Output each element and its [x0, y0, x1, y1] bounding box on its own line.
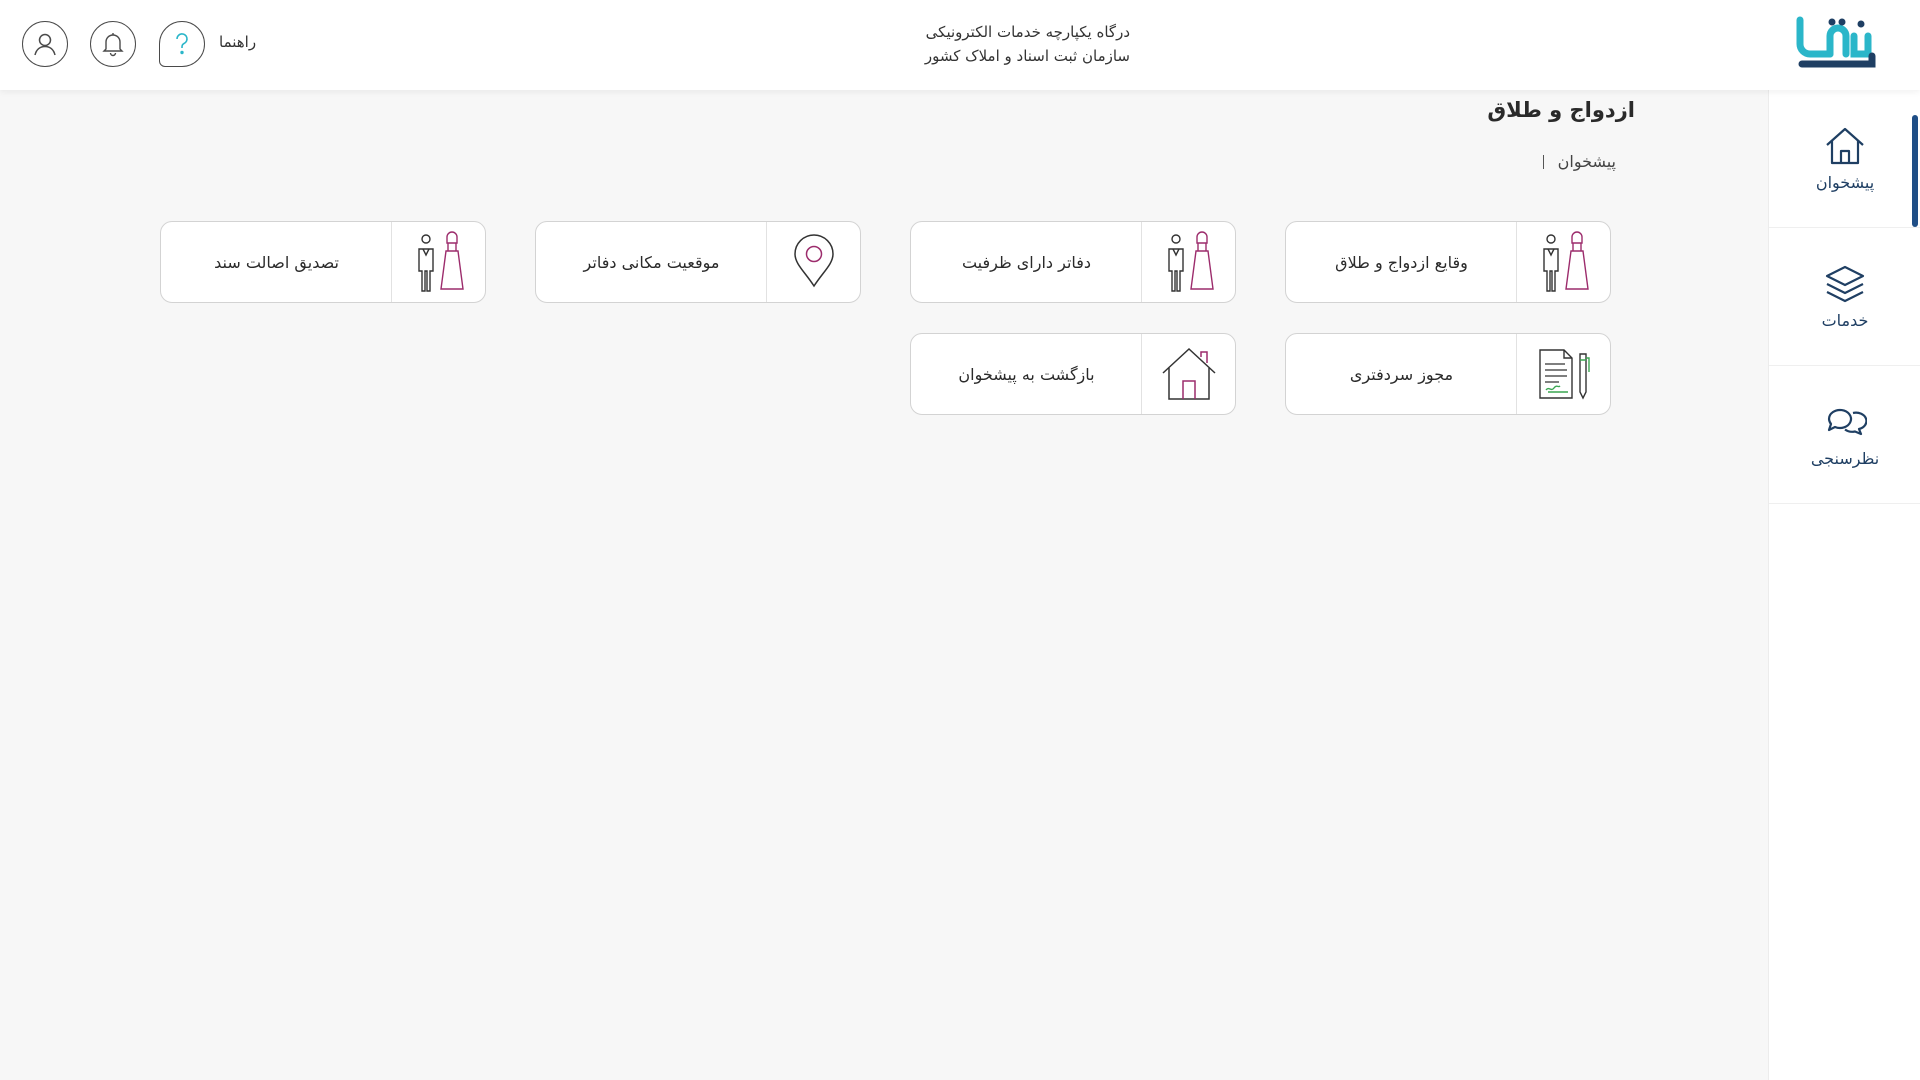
portal-title-line1: درگاه یکپارچه خدمات الکترونیکی	[925, 23, 1130, 41]
tile-icon-box	[1141, 334, 1235, 414]
question-icon	[176, 33, 188, 55]
profile-button[interactable]	[22, 21, 68, 67]
sidebar-item-label: پیشخوان	[1815, 173, 1875, 192]
tile-label: موقعیت مکانی دفاتر	[583, 252, 720, 272]
tile-office-locations[interactable]: موقعیت مکانی دفاتر	[535, 221, 861, 303]
breadcrumb-separator	[1542, 154, 1544, 169]
breadcrumb: پیشخوان	[1500, 152, 1616, 171]
notifications-button[interactable]	[90, 21, 136, 67]
sidebar-item-label: خدمات	[1821, 311, 1869, 330]
tile-label: دفاتر دارای ظرفیت	[961, 252, 1092, 272]
couple-icon	[1167, 231, 1214, 292]
top-header: راهنما درگاه یکپارچه خدمات الکترونیکی سا…	[0, 0, 1920, 90]
sidebar-item-services[interactable]: خدمات	[1769, 228, 1920, 366]
chat-icon	[1827, 408, 1867, 436]
layers-icon	[1825, 265, 1865, 303]
right-sidebar: پیشخوان خدمات نظرسنجی	[1768, 90, 1920, 1080]
tile-label: بازگشت به پیشخوان	[958, 364, 1095, 384]
portal-title: درگاه یکپارچه خدمات الکترونیکی سازمان ثب…	[880, 20, 1130, 68]
tile-label: وقایع ازدواج و طلاق	[1335, 252, 1468, 272]
user-icon	[34, 33, 56, 56]
tile-notary-license[interactable]: مجوز سردفتری	[1285, 333, 1611, 415]
help-label[interactable]: راهنما	[219, 33, 256, 51]
sidebar-item-survey[interactable]: نظرسنجی	[1769, 366, 1920, 504]
tile-document-authenticity[interactable]: تصدیق اصالت سند	[160, 221, 486, 303]
tile-icon-box	[1141, 222, 1235, 302]
portal-title-line2: سازمان ثبت اسناد و املاک کشور	[924, 47, 1130, 65]
bell-icon	[102, 33, 124, 57]
tile-icon-box	[1516, 222, 1610, 302]
document-pen-icon	[1538, 349, 1590, 400]
sidebar-item-dashboard[interactable]: پیشخوان	[1769, 90, 1920, 228]
couple-icon	[417, 231, 464, 292]
house-icon	[1161, 347, 1216, 400]
tile-icon-box	[1516, 334, 1610, 414]
tile-icon-box	[766, 222, 860, 302]
home-icon	[1826, 127, 1864, 165]
tile-label: مجوز سردفتری	[1349, 364, 1454, 384]
sabt-logo[interactable]	[1792, 14, 1882, 74]
couple-icon	[1542, 231, 1589, 292]
sidebar-item-label: نظرسنجی	[1810, 449, 1880, 468]
breadcrumb-item-dashboard[interactable]: پیشخوان	[1558, 152, 1616, 171]
help-button[interactable]	[159, 21, 205, 67]
location-pin-icon	[793, 234, 834, 288]
tile-label: تصدیق اصالت سند	[214, 252, 339, 272]
tile-icon-box	[391, 222, 485, 302]
page-title: ازدواج و طلاق	[1487, 98, 1635, 122]
tile-back-to-dashboard[interactable]: بازگشت به پیشخوان	[910, 333, 1236, 415]
tile-marriage-divorce-events[interactable]: وقایع ازدواج و طلاق	[1285, 221, 1611, 303]
tile-offices-with-capacity[interactable]: دفاتر دارای ظرفیت	[910, 221, 1236, 303]
